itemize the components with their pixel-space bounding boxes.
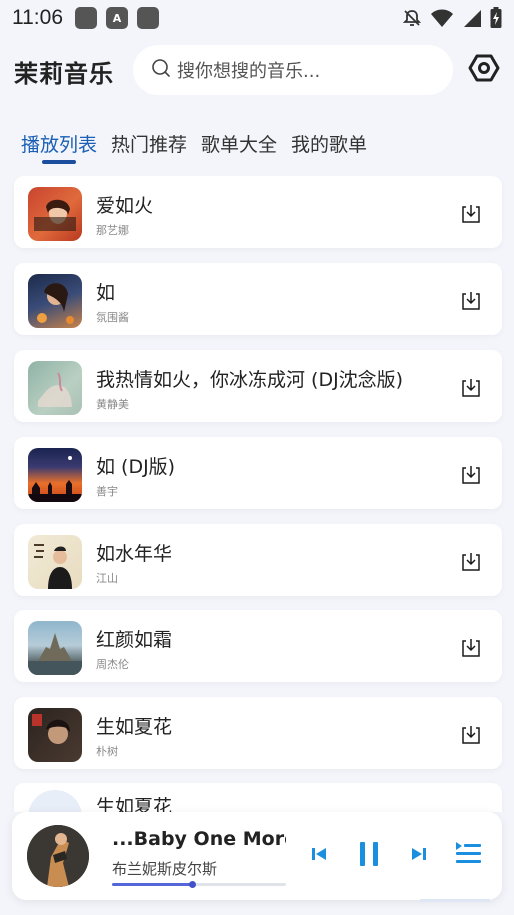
song-item[interactable]: 如 氛围酱 <box>14 263 502 335</box>
song-item[interactable]: 红颜如霜 周杰伦 <box>14 610 502 682</box>
download-icon[interactable] <box>460 724 482 746</box>
app-notification-icon <box>137 7 159 29</box>
wifi-icon <box>430 8 454 28</box>
player-artist: 布兰妮斯皮尔斯 <box>112 860 218 878</box>
download-icon[interactable] <box>460 464 482 486</box>
song-title: 生如夏花 <box>96 796 173 812</box>
download-icon[interactable] <box>460 203 482 225</box>
progress-bar[interactable] <box>112 881 286 888</box>
album-cover <box>28 448 82 502</box>
player-song-title: ...Baby One More Tir <box>112 828 286 850</box>
playlist-icon <box>453 839 483 873</box>
song-artist: 朴树 <box>96 745 118 758</box>
search-icon <box>151 58 177 82</box>
status-bar: 11:06 A <box>0 0 514 36</box>
song-item[interactable]: 我热情如火，你冰冻成河 (DJ沈念版) 黄静美 <box>14 350 502 422</box>
search-input[interactable]: 搜你想搜的音乐... <box>133 45 453 95</box>
album-cover <box>28 535 82 589</box>
tab-playlist-collection[interactable]: 歌单大全 <box>201 130 277 157</box>
song-item[interactable]: 生如夏花 <box>14 783 502 812</box>
song-item[interactable]: 爱如火 那艺娜 <box>14 176 502 248</box>
album-cover <box>28 790 82 812</box>
song-artist: 江山 <box>96 572 118 585</box>
mute-icon <box>402 8 422 28</box>
active-tab-indicator <box>42 160 76 164</box>
song-title: 我热情如火，你冰冻成河 (DJ沈念版) <box>96 369 404 391</box>
song-item[interactable]: 如 (DJ版) 善宇 <box>14 437 502 509</box>
tab-hot-recommend[interactable]: 热门推荐 <box>111 130 187 157</box>
app-title: 茉莉音乐 <box>14 60 114 88</box>
player-album-disc <box>27 825 89 887</box>
status-time: 11:06 <box>12 6 63 29</box>
settings-button[interactable] <box>466 52 502 88</box>
download-icon[interactable] <box>460 637 482 659</box>
previous-button[interactable] <box>310 847 328 865</box>
battery-charging-icon <box>490 7 502 29</box>
song-title: 红颜如霜 <box>96 629 173 651</box>
song-artist: 那艺娜 <box>96 224 129 237</box>
signal-icon <box>462 8 482 28</box>
song-list[interactable]: 爱如火 那艺娜 如 氛围酱 我热情如火，你冰冻成河 (DJ沈念版) 黄静美 如 … <box>0 176 514 812</box>
previous-icon <box>311 846 327 866</box>
pause-icon <box>358 841 380 871</box>
album-cover <box>28 274 82 328</box>
download-icon[interactable] <box>460 290 482 312</box>
tab-my-playlist[interactable]: 我的歌单 <box>291 130 367 157</box>
next-icon <box>411 846 427 866</box>
search-placeholder: 搜你想搜的音乐... <box>177 61 321 82</box>
app-notification-icon <box>75 7 97 29</box>
pause-button[interactable] <box>356 842 382 870</box>
song-title: 如 <box>96 282 116 304</box>
tab-playlist[interactable]: 播放列表 <box>21 130 97 157</box>
tab-bar: 播放列表 热门推荐 歌单大全 我的歌单 <box>0 122 514 166</box>
song-title: 爱如火 <box>96 195 154 217</box>
song-title: 生如夏花 <box>96 716 173 738</box>
song-artist: 黄静美 <box>96 398 129 411</box>
mini-player[interactable]: ...Baby One More Tir 布兰妮斯皮尔斯 <box>12 812 502 900</box>
song-artist: 周杰伦 <box>96 658 129 671</box>
album-cover <box>28 361 82 415</box>
header: 茉莉音乐 搜你想搜的音乐... <box>0 36 514 106</box>
gesture-bar <box>420 899 490 902</box>
a-notification-icon: A <box>106 7 128 29</box>
song-title: 如 (DJ版) <box>96 456 176 478</box>
album-cover <box>28 187 82 241</box>
song-artist: 善宇 <box>96 485 118 498</box>
song-item[interactable]: 如水年华 江山 <box>14 524 502 596</box>
next-button[interactable] <box>410 847 428 865</box>
download-icon[interactable] <box>460 551 482 573</box>
download-icon[interactable] <box>460 377 482 399</box>
song-title: 如水年华 <box>96 543 173 565</box>
playlist-button[interactable] <box>452 840 484 872</box>
album-cover <box>28 708 82 762</box>
song-artist: 氛围酱 <box>96 311 129 324</box>
song-item[interactable]: 生如夏花 朴树 <box>14 697 502 769</box>
settings-hexagon-icon <box>468 52 500 88</box>
progress-knob[interactable] <box>189 881 197 888</box>
album-cover <box>28 621 82 675</box>
progress-fill <box>112 883 193 886</box>
